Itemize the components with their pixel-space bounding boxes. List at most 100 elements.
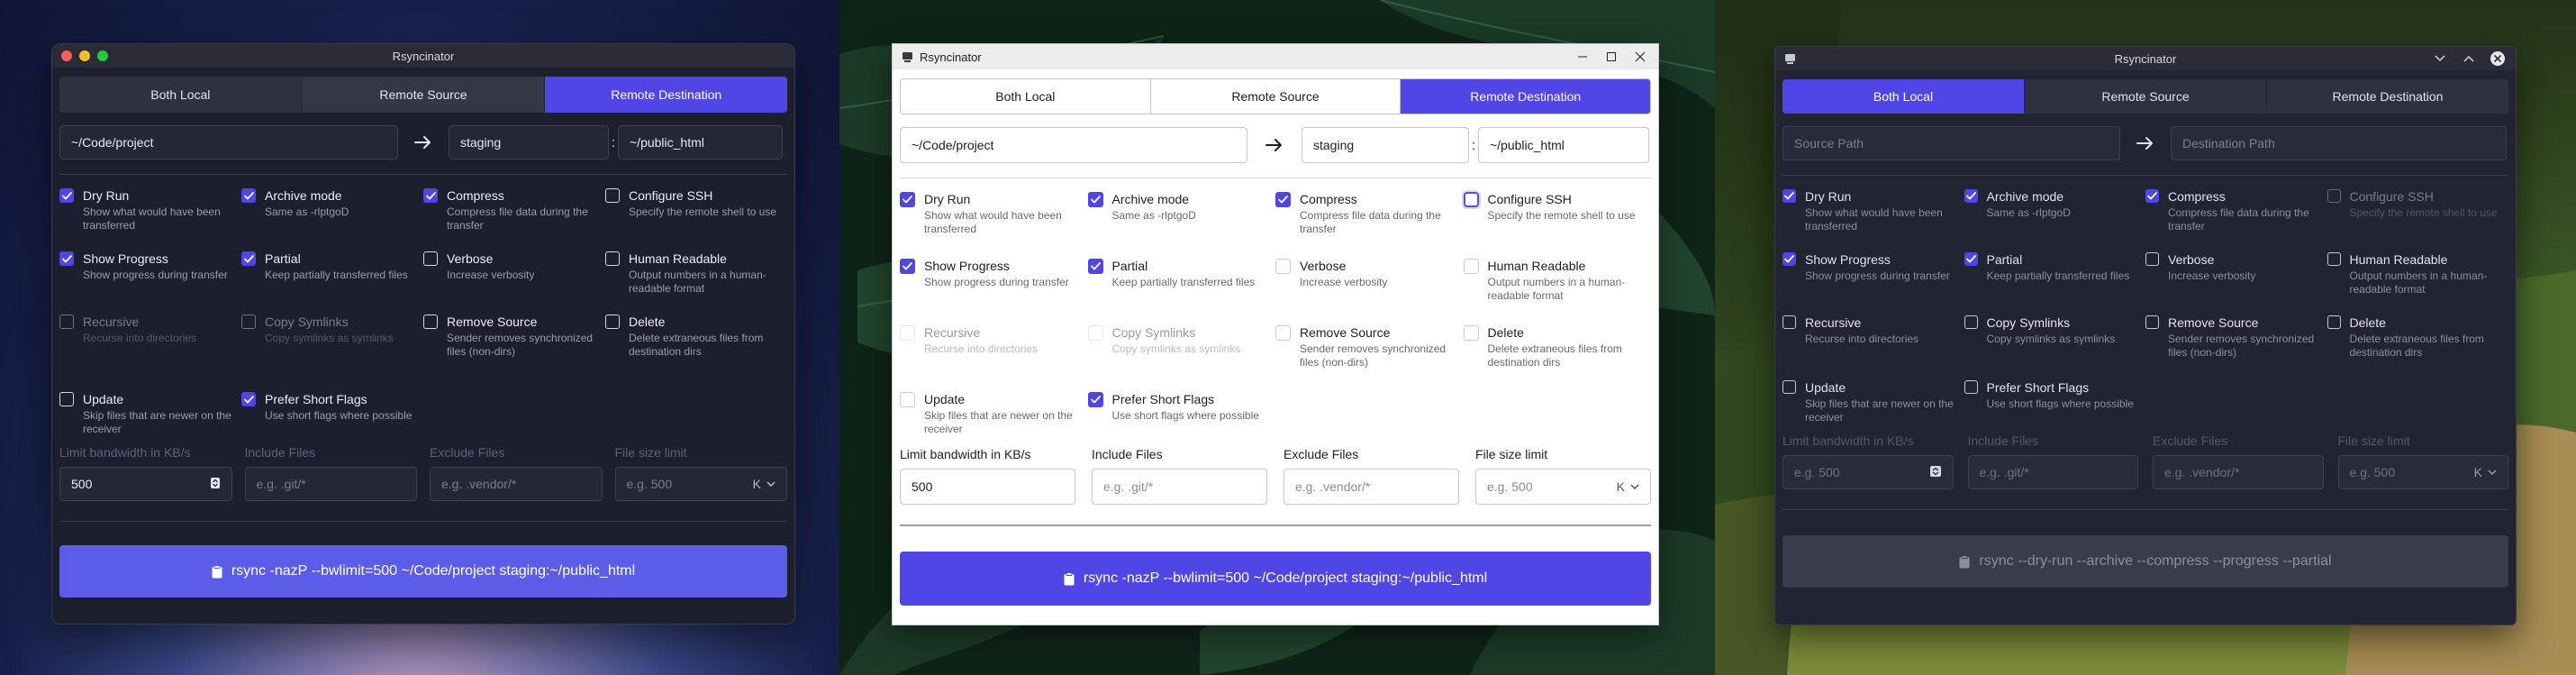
option-dry-run[interactable]: Dry Run Show what would have been transfe… bbox=[59, 187, 241, 240]
checkbox-checked[interactable] bbox=[1964, 252, 1978, 266]
checkbox[interactable] bbox=[1275, 325, 1291, 341]
tab-both-local[interactable]: Both Local bbox=[1782, 79, 2024, 114]
option-partial[interactable]: Partial Keep partially transferred files bbox=[1087, 258, 1276, 314]
checkbox[interactable] bbox=[423, 251, 438, 266]
checkbox[interactable] bbox=[2145, 315, 2159, 329]
exclude-input[interactable]: e.g. .vendor/* bbox=[2153, 455, 2324, 489]
chevron-up-icon[interactable] bbox=[2456, 49, 2481, 68]
tab-both-local[interactable]: Both Local bbox=[901, 79, 1150, 114]
option-update[interactable]: Update Skip files that are newer on the r… bbox=[900, 391, 1088, 445]
option-configure-ssh[interactable]: Configure SSH Specify the remote shell to… bbox=[605, 187, 787, 240]
option-dry-run[interactable]: Dry Run Show what would have been transfe… bbox=[900, 191, 1088, 247]
option-archive-mode[interactable]: Archive mode Same as -rlptgoD bbox=[1087, 191, 1276, 247]
chevron-down-icon[interactable] bbox=[2427, 49, 2453, 68]
remote-host-input[interactable]: staging bbox=[1302, 127, 1469, 163]
checkbox[interactable] bbox=[1463, 192, 1479, 207]
checkbox[interactable] bbox=[605, 315, 620, 329]
option-delete[interactable]: Delete Delete extraneous files from desti… bbox=[1463, 324, 1652, 380]
option-recursive[interactable]: Recursive Recurse into directories bbox=[59, 314, 241, 380]
option-update[interactable]: Update Skip files that are newer on the r… bbox=[1782, 379, 1964, 430]
option-copy-symlinks[interactable]: Copy Symlinks Copy symlinks as symlinks bbox=[1087, 324, 1276, 380]
option-verbose[interactable]: Verbose Increase verbosity bbox=[2145, 251, 2327, 306]
copy-command-button[interactable]: rsync -nazP --bwlimit=500 ~/Code/project… bbox=[900, 552, 1651, 606]
option-delete[interactable]: Delete Delete extraneous files from desti… bbox=[2327, 315, 2509, 370]
checkbox[interactable] bbox=[2327, 252, 2341, 266]
include-input[interactable]: e.g. .git/* bbox=[1967, 455, 2138, 489]
minimize-button[interactable] bbox=[79, 50, 90, 61]
option-human-readable[interactable]: Human Readable Output numbers in a human-… bbox=[605, 251, 787, 303]
option-archive-mode[interactable]: Archive mode Same as -rlptgoD bbox=[1964, 188, 2146, 242]
checkbox[interactable] bbox=[1964, 380, 1978, 394]
checkbox-checked[interactable] bbox=[241, 392, 256, 406]
copy-command-button[interactable]: rsync --dry-run --archive --compress --p… bbox=[1782, 535, 2508, 588]
option-configure-ssh[interactable]: Configure SSH Specify the remote shell to… bbox=[2327, 188, 2509, 242]
destination-path-input[interactable]: ~/public_html bbox=[618, 125, 783, 160]
tab-remote-destination[interactable]: Remote Destination bbox=[1401, 79, 1650, 114]
filesize-unit-select[interactable]: K bbox=[1617, 479, 1639, 494]
source-path-input[interactable]: Source Path bbox=[1782, 126, 2120, 160]
checkbox[interactable] bbox=[605, 251, 620, 266]
checkbox[interactable] bbox=[605, 188, 620, 203]
close-icon[interactable] bbox=[2485, 49, 2510, 68]
exclude-input[interactable]: e.g. .vendor/* bbox=[430, 467, 603, 501]
option-remove-source[interactable]: Remove Source Sender removes synchronized… bbox=[1275, 324, 1464, 380]
bwlimit-input[interactable]: 500 bbox=[59, 467, 232, 501]
checkbox-checked[interactable] bbox=[900, 192, 915, 207]
destination-path-input[interactable]: Destination Path bbox=[2171, 126, 2507, 160]
filesize-input[interactable]: e.g. 500 K bbox=[2337, 455, 2508, 489]
title-bar[interactable]: Rsyncinator bbox=[1775, 47, 2516, 70]
checkbox-checked[interactable] bbox=[241, 251, 256, 266]
option-archive-mode[interactable]: Archive mode Same as -rlptgoD bbox=[241, 187, 423, 240]
source-path-input[interactable]: ~/Code/project bbox=[900, 127, 1247, 163]
tab-remote-source[interactable]: Remote Source bbox=[301, 77, 546, 113]
tab-remote-destination[interactable]: Remote Destination bbox=[545, 77, 787, 113]
maximize-icon[interactable] bbox=[1599, 47, 1624, 67]
include-input[interactable]: e.g. .git/* bbox=[244, 467, 417, 501]
checkbox[interactable] bbox=[1275, 259, 1291, 274]
option-partial[interactable]: Partial Keep partially transferred files bbox=[241, 251, 423, 303]
checkbox-checked[interactable] bbox=[59, 251, 74, 266]
checkbox[interactable] bbox=[423, 315, 438, 329]
option-recursive[interactable]: Recursive Recurse into directories bbox=[900, 324, 1088, 380]
checkbox-checked[interactable] bbox=[1087, 259, 1103, 274]
title-bar[interactable]: Rsyncinator bbox=[893, 44, 1658, 69]
checkbox[interactable] bbox=[59, 392, 74, 406]
option-copy-symlinks[interactable]: Copy Symlinks Copy symlinks as symlinks bbox=[241, 314, 423, 380]
maximize-button[interactable] bbox=[97, 50, 108, 61]
checkbox-checked[interactable] bbox=[900, 259, 915, 274]
option-human-readable[interactable]: Human Readable Output numbers in a human-… bbox=[1463, 258, 1652, 314]
option-show-progress[interactable]: Show Progress Show progress during transf… bbox=[1782, 251, 1964, 306]
source-path-input[interactable]: ~/Code/project bbox=[59, 125, 398, 160]
tab-both-local[interactable]: Both Local bbox=[59, 77, 302, 113]
filesize-input[interactable]: e.g. 500 K bbox=[1475, 469, 1651, 505]
checkbox[interactable] bbox=[1782, 380, 1796, 394]
checkbox-checked[interactable] bbox=[423, 188, 438, 203]
tab-remote-source[interactable]: Remote Source bbox=[2024, 79, 2267, 114]
copy-command-button[interactable]: rsync -nazP --bwlimit=500 ~/Code/project… bbox=[59, 545, 787, 597]
checkbox[interactable] bbox=[900, 392, 915, 407]
minimize-icon[interactable] bbox=[1570, 47, 1595, 67]
destination-path-input[interactable]: ~/public_html bbox=[1478, 127, 1649, 163]
number-stepper-icon[interactable] bbox=[1929, 465, 1942, 480]
option-show-progress[interactable]: Show Progress Show progress during transf… bbox=[900, 258, 1088, 314]
option-show-progress[interactable]: Show Progress Show progress during transf… bbox=[59, 251, 241, 303]
option-recursive[interactable]: Recursive Recurse into directories bbox=[1782, 315, 1964, 370]
close-icon[interactable] bbox=[1628, 47, 1653, 67]
checkbox[interactable] bbox=[1964, 315, 1978, 329]
bwlimit-input[interactable]: e.g. 500 bbox=[1782, 455, 1954, 489]
option-copy-symlinks[interactable]: Copy Symlinks Copy symlinks as symlinks bbox=[1964, 315, 2146, 370]
option-human-readable[interactable]: Human Readable Output numbers in a human-… bbox=[2327, 251, 2509, 306]
checkbox-checked[interactable] bbox=[1964, 189, 1978, 203]
bwlimit-input[interactable]: 500 bbox=[900, 469, 1075, 505]
option-verbose[interactable]: Verbose Increase verbosity bbox=[1275, 258, 1464, 314]
close-button[interactable] bbox=[61, 50, 72, 61]
tab-remote-source[interactable]: Remote Source bbox=[1149, 79, 1401, 114]
checkbox-checked[interactable] bbox=[1087, 392, 1103, 407]
checkbox-checked[interactable] bbox=[241, 188, 256, 203]
checkbox-checked[interactable] bbox=[59, 188, 74, 203]
checkbox-checked[interactable] bbox=[2145, 189, 2159, 203]
option-prefer-short-flags[interactable]: Prefer Short Flags Use short flags where … bbox=[1087, 391, 1276, 445]
checkbox[interactable] bbox=[1463, 259, 1479, 274]
option-compress[interactable]: Compress Compress file data during the tr… bbox=[2145, 188, 2327, 242]
checkbox[interactable] bbox=[1782, 315, 1796, 329]
